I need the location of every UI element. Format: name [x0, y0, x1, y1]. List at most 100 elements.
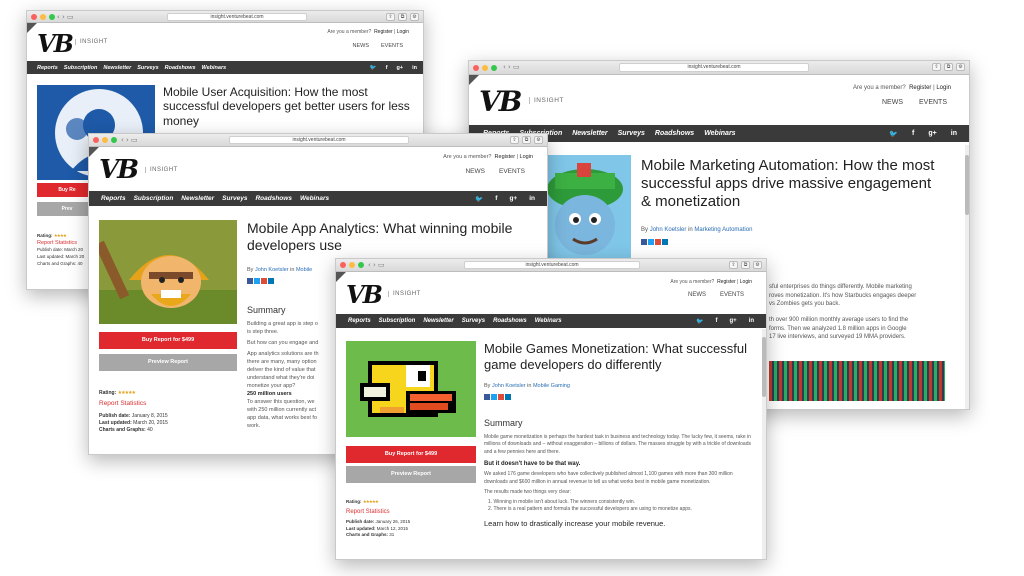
nav-subscription[interactable]: Subscription	[134, 195, 174, 202]
nav-surveys[interactable]: Surveys	[222, 195, 247, 202]
scrollbar[interactable]	[762, 329, 766, 559]
address-bar[interactable]: insight.venturebeat.com	[464, 261, 640, 269]
linkedin-icon[interactable]: in	[529, 195, 535, 203]
nav-news[interactable]: NEWS	[882, 99, 903, 106]
linkedin-icon[interactable]: in	[951, 130, 957, 138]
nav-reports[interactable]: Reports	[348, 318, 371, 324]
share-icon[interactable]: ⇧	[510, 136, 519, 144]
twitter-icon[interactable]: 🐦	[889, 130, 898, 138]
facebook-share-icon[interactable]	[247, 278, 253, 284]
report-statistics-link[interactable]: Report Statistics	[99, 399, 168, 408]
nav-events[interactable]: EVENTS	[919, 99, 947, 106]
author-link[interactable]: John Koetsler	[492, 383, 526, 389]
scrollbar-thumb[interactable]	[965, 155, 969, 215]
close-icon[interactable]	[31, 14, 37, 20]
back-forward-icon[interactable]: ‹ › ▭	[503, 63, 520, 71]
nav-webinars[interactable]: Webinars	[535, 318, 562, 324]
login-link[interactable]: Login	[740, 279, 752, 285]
googleplus-share-icon[interactable]	[261, 278, 267, 284]
register-link[interactable]: Register	[717, 279, 736, 285]
nav-reports[interactable]: Reports	[37, 65, 58, 71]
report-thumbnail-games[interactable]	[346, 341, 476, 437]
linkedin-share-icon[interactable]	[662, 239, 668, 245]
twitter-icon[interactable]: 🐦	[696, 318, 703, 325]
googleplus-icon[interactable]: g+	[928, 130, 936, 138]
category-link[interactable]: Mobile	[296, 267, 312, 273]
zoom-icon[interactable]	[358, 262, 364, 268]
vb-logo[interactable]: VB	[37, 29, 74, 58]
nav-webinars[interactable]: Webinars	[202, 65, 227, 71]
facebook-icon[interactable]: f	[386, 65, 388, 71]
window-controls[interactable]	[340, 262, 364, 268]
share-icon[interactable]: ⇧	[729, 261, 738, 269]
facebook-icon[interactable]: f	[495, 195, 497, 203]
report-title[interactable]: Mobile Games Monetization: What successf…	[484, 341, 754, 372]
nav-webinars[interactable]: Webinars	[704, 130, 735, 137]
report-statistics-link[interactable]: Report Statistics	[37, 240, 84, 248]
report-title[interactable]: Mobile Marketing Automation: How the mos…	[641, 157, 941, 211]
googleplus-share-icon[interactable]	[655, 239, 661, 245]
vb-logo[interactable]: VB	[346, 280, 383, 309]
nav-news[interactable]: NEWS	[465, 168, 485, 175]
minimize-icon[interactable]	[349, 262, 355, 268]
nav-events[interactable]: EVENTS	[381, 43, 403, 49]
report-title[interactable]: Mobile App Analytics: What winning mobil…	[247, 220, 527, 254]
facebook-icon[interactable]: f	[715, 318, 717, 325]
nav-roadshows[interactable]: Roadshows	[255, 195, 291, 202]
settings-icon[interactable]: ⚙	[753, 261, 762, 269]
googleplus-icon[interactable]: g+	[397, 65, 404, 71]
report-thumbnail-marketing[interactable]	[539, 155, 631, 259]
close-icon[interactable]	[93, 137, 99, 143]
buy-report-button[interactable]: Buy Report for $499	[99, 332, 237, 349]
settings-icon[interactable]: ⚙	[956, 63, 965, 71]
facebook-share-icon[interactable]	[484, 394, 490, 400]
zoom-icon[interactable]	[49, 14, 55, 20]
tabs-icon[interactable]: ⧉	[398, 13, 407, 21]
facebook-icon[interactable]: f	[912, 130, 914, 138]
nav-news[interactable]: NEWS	[688, 292, 706, 298]
address-bar[interactable]: insight.venturebeat.com	[229, 136, 409, 144]
nav-subscription[interactable]: Subscription	[64, 65, 98, 71]
nav-roadshows[interactable]: Roadshows	[165, 65, 196, 71]
back-forward-icon[interactable]: ‹ › ▭	[57, 13, 74, 21]
back-forward-icon[interactable]: ‹ › ▭	[368, 261, 385, 269]
author-link[interactable]: John Koetsler	[255, 267, 289, 273]
login-link[interactable]: Login	[397, 29, 409, 35]
nav-newsletter[interactable]: Newsletter	[103, 65, 131, 71]
scrollbar-thumb[interactable]	[762, 337, 766, 397]
login-link[interactable]: Login	[520, 154, 533, 160]
nav-roadshows[interactable]: Roadshows	[493, 318, 527, 324]
address-bar[interactable]: insight.venturebeat.com	[167, 13, 307, 21]
register-link[interactable]: Register	[909, 85, 931, 91]
author-link[interactable]: John Koetsler	[650, 227, 687, 233]
vb-logo[interactable]: VB	[99, 155, 139, 185]
window-controls[interactable]	[93, 137, 117, 143]
preview-report-button[interactable]: Preview Report	[346, 466, 476, 483]
nav-surveys[interactable]: Surveys	[137, 65, 158, 71]
category-link[interactable]: Mobile Gaming	[533, 383, 570, 389]
nav-webinars[interactable]: Webinars	[300, 195, 329, 202]
minimize-icon[interactable]	[40, 14, 46, 20]
nav-newsletter[interactable]: Newsletter	[423, 318, 453, 324]
twitter-share-icon[interactable]	[491, 394, 497, 400]
googleplus-share-icon[interactable]	[498, 394, 504, 400]
share-icon[interactable]: ⇧	[932, 63, 941, 71]
nav-events[interactable]: EVENTS	[720, 292, 744, 298]
login-link[interactable]: Login	[936, 85, 951, 91]
nav-news[interactable]: NEWS	[352, 43, 369, 49]
address-bar[interactable]: insight.venturebeat.com	[619, 63, 809, 72]
window-controls[interactable]	[473, 65, 497, 71]
nav-roadshows[interactable]: Roadshows	[655, 130, 694, 137]
vb-logo[interactable]: VB	[479, 85, 522, 118]
close-icon[interactable]	[340, 262, 346, 268]
facebook-share-icon[interactable]	[641, 239, 647, 245]
googleplus-icon[interactable]: g+	[509, 195, 517, 203]
linkedin-share-icon[interactable]	[268, 278, 274, 284]
nav-newsletter[interactable]: Newsletter	[181, 195, 214, 202]
nav-subscription[interactable]: Subscription	[379, 318, 416, 324]
minimize-icon[interactable]	[482, 65, 488, 71]
nav-surveys[interactable]: Surveys	[462, 318, 485, 324]
register-link[interactable]: Register	[495, 154, 515, 160]
report-title[interactable]: Mobile User Acquisition: How the most su…	[163, 85, 413, 128]
nav-reports[interactable]: Reports	[101, 195, 126, 202]
